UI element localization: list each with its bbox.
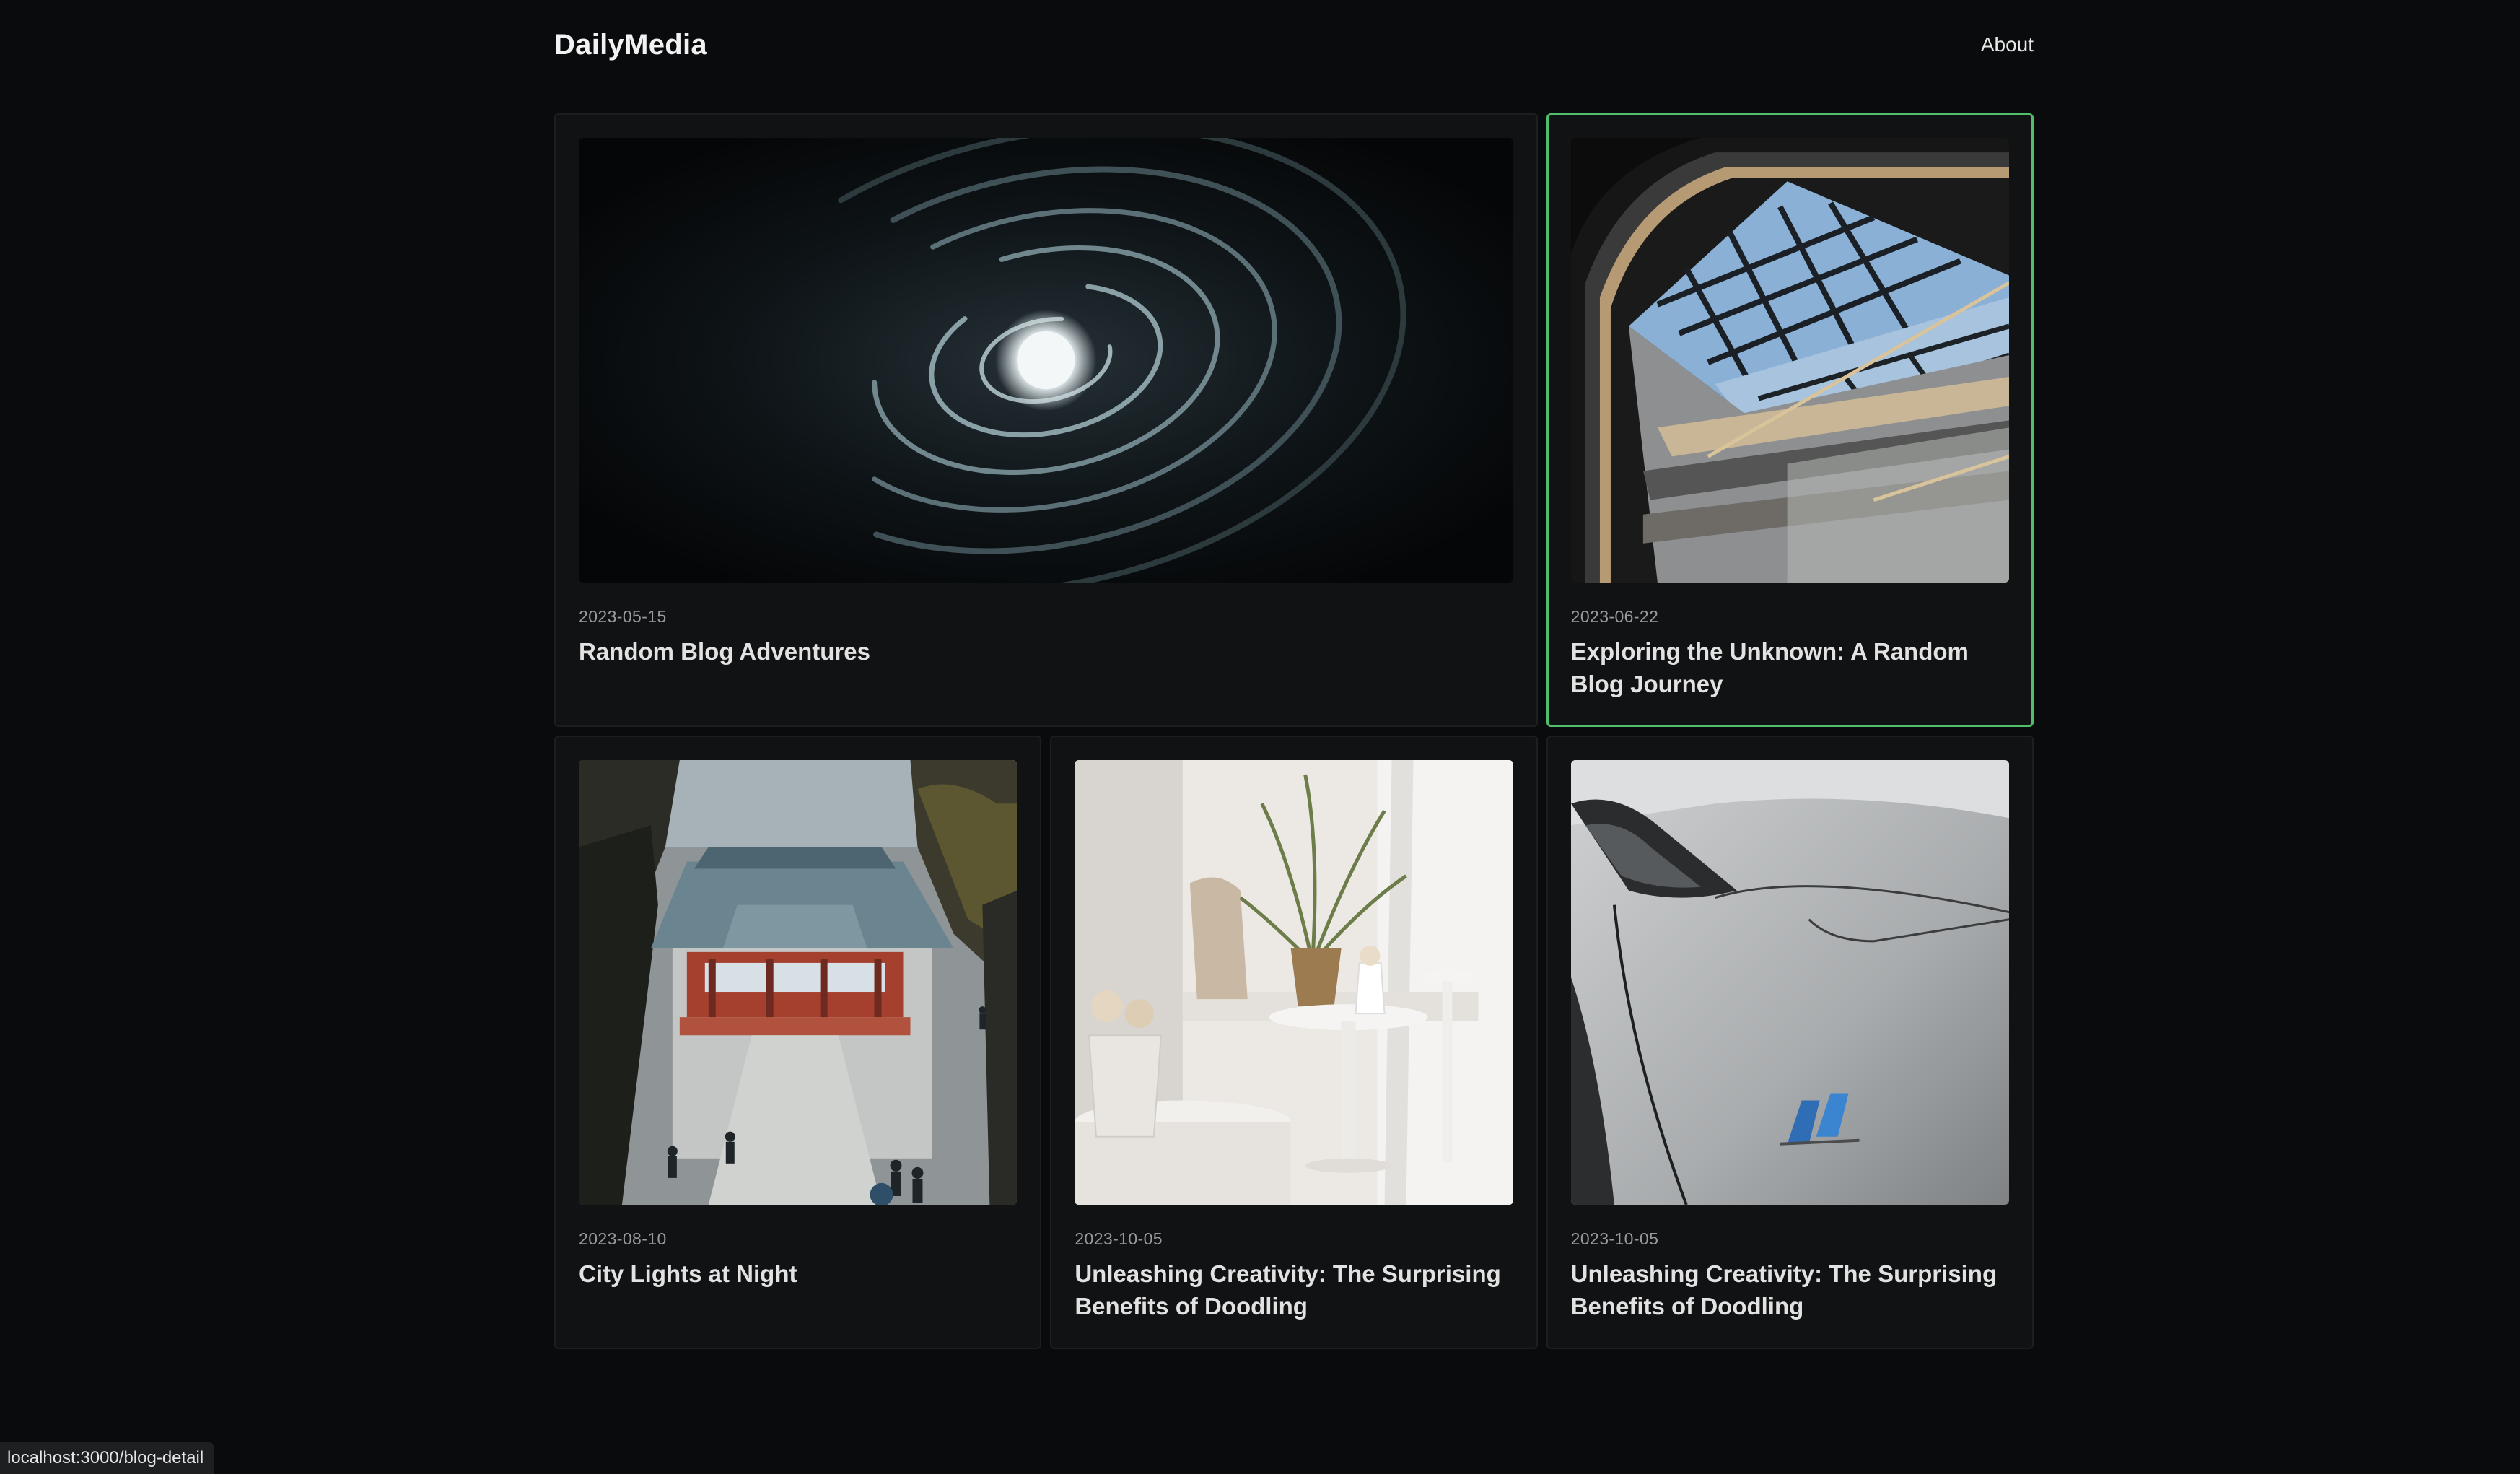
nav-about-link[interactable]: About [1981,33,2034,56]
spiral-galaxy-image [579,138,1513,583]
post-title[interactable]: Unleashing Creativity: The Surprising Be… [1571,1257,2009,1322]
post-card[interactable]: 2023-08-10 City Lights at Night [554,736,1042,1349]
page: DailyMedia About 2023-05-15 Random Blog … [0,0,2520,1474]
post-date: 2023-10-05 [1570,1229,1659,1248]
post-title[interactable]: Unleashing Creativity: The Surprising Be… [1075,1257,1513,1322]
brand-logo[interactable]: DailyMedia [554,29,707,61]
post-date: 2023-08-10 [579,1229,667,1248]
white-car-image [1570,760,2009,1205]
link-status-bar: localhost:3000/blog-detail [0,1442,214,1474]
interior-plant-image [1075,760,1513,1205]
post-title[interactable]: City Lights at Night [579,1257,1017,1290]
site-header: DailyMedia About [554,19,2034,71]
post-date: 2023-05-15 [579,607,667,626]
temple-scene-image [579,760,1018,1205]
post-title[interactable]: Exploring the Unknown: A Random Blog Jou… [1571,635,2009,700]
post-title[interactable]: Random Blog Adventures [579,635,1513,668]
skylight-architecture-image [1570,138,2009,583]
post-card[interactable]: 2023-10-05 Unleashing Creativity: The Su… [1050,736,1538,1349]
post-card[interactable]: 2023-10-05 Unleashing Creativity: The Su… [1546,736,2034,1349]
post-card-active[interactable]: 2023-06-22 Exploring the Unknown: A Rand… [1546,113,2034,727]
post-date: 2023-10-05 [1075,1229,1163,1248]
post-card[interactable]: 2023-05-15 Random Blog Adventures [554,113,1538,727]
post-grid: 2023-05-15 Random Blog Adventures 2023-0… [554,113,2034,1349]
post-date: 2023-06-22 [1570,607,1659,626]
